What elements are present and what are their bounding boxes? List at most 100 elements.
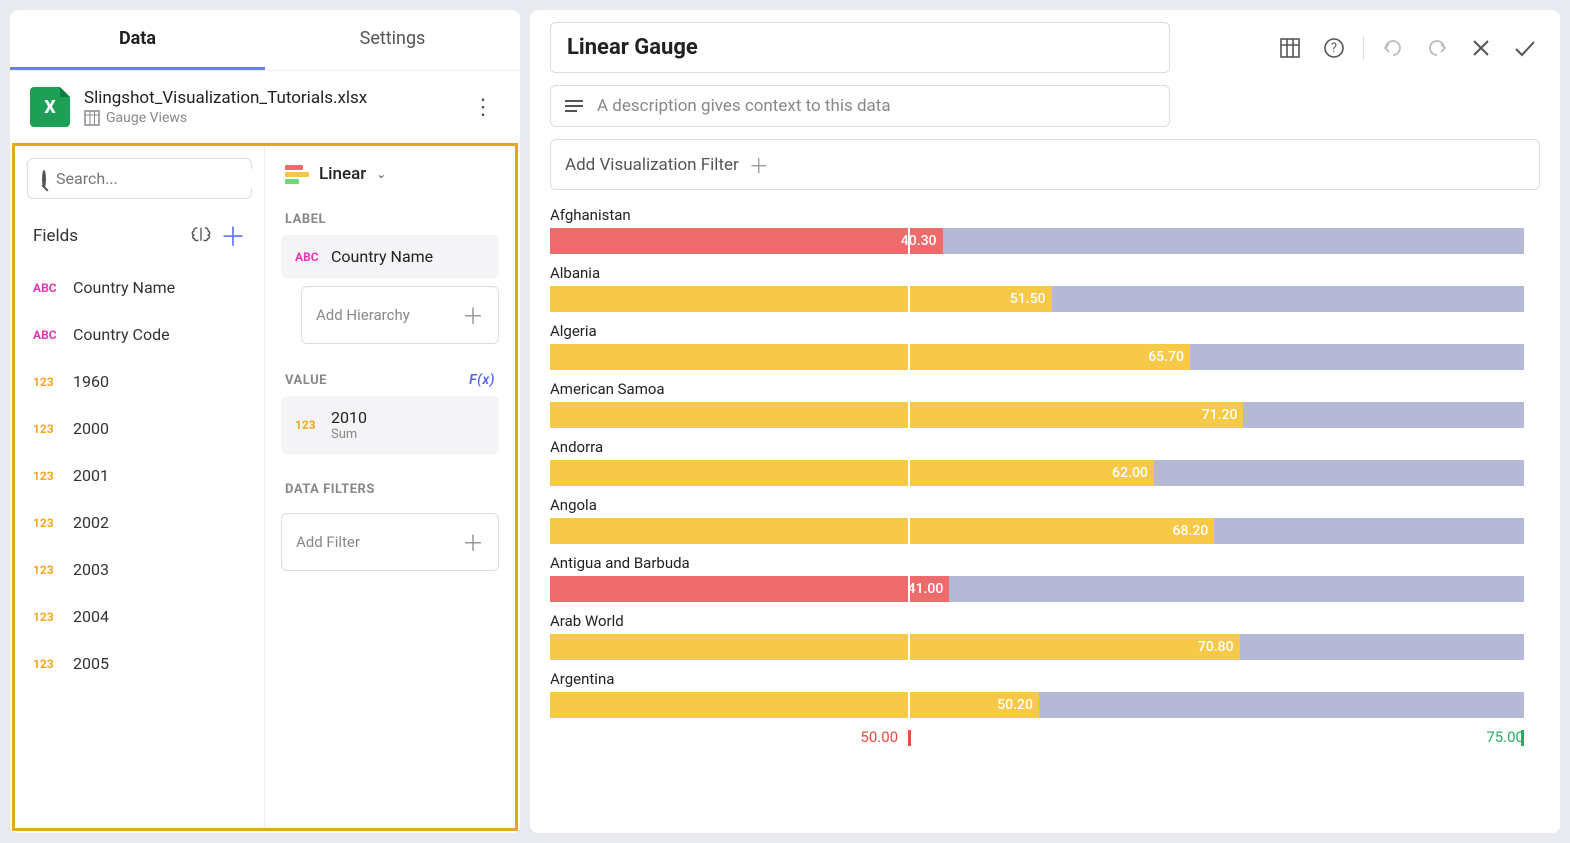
description-row[interactable] xyxy=(550,85,1170,127)
gauge-fill: 62.00 xyxy=(550,460,1154,486)
gauge-row: Andorra62.00 xyxy=(550,438,1524,486)
field-item[interactable]: 1232004 xyxy=(27,593,252,640)
field-item[interactable]: 123 2002 xyxy=(27,499,252,546)
gauge-label: Angola xyxy=(550,496,1524,514)
gauge-bar[interactable]: 41.00 xyxy=(550,576,1524,602)
gauge-row: Antigua and Barbuda 41.00 xyxy=(550,554,1524,602)
field-name: 2005 xyxy=(73,654,109,673)
gauge-marker xyxy=(908,516,910,546)
search-input[interactable] xyxy=(56,169,259,188)
axis-min-label: 50.00 xyxy=(860,728,898,746)
axis-row: 50.00 75.00 xyxy=(550,728,1524,758)
gauge-bar[interactable]: 51.50 xyxy=(550,286,1524,312)
close-button[interactable] xyxy=(1466,33,1496,63)
gauge-fill: 68.20 xyxy=(550,518,1214,544)
gauge-row: Afghanistan40.30 xyxy=(550,206,1524,254)
section-value-label: VALUE xyxy=(285,373,327,388)
field-list: ABCCountry NameABCCountry Code1231960123… xyxy=(27,264,252,816)
num-type-icon: 123 xyxy=(33,422,63,436)
add-hierarchy-label: Add Hierarchy xyxy=(316,306,410,324)
redo-button[interactable] xyxy=(1422,33,1452,63)
axis-max-label: 75.00 xyxy=(1486,728,1524,746)
datasource-menu-button[interactable]: ⋮ xyxy=(466,95,500,120)
gauge-fill: 40.30 xyxy=(550,228,943,254)
value-pill[interactable]: 123 2010 Sum xyxy=(281,396,499,454)
gauge-row: Arab World 70.80 xyxy=(550,612,1524,660)
gauge-marker xyxy=(908,226,910,256)
field-item[interactable]: ABC Country Code xyxy=(27,311,252,358)
sheet-icon xyxy=(84,110,100,126)
gauge-row: Angola 68.20 xyxy=(550,496,1524,544)
tab-data[interactable]: Data xyxy=(10,10,265,70)
plus-icon: ＋ xyxy=(462,526,484,558)
field-item[interactable]: ABC Country Name xyxy=(27,264,252,311)
search-box[interactable] xyxy=(27,158,252,199)
add-hierarchy-button[interactable]: Add Hierarchy ＋ xyxy=(301,286,499,344)
gauge-bar[interactable]: 62.00 xyxy=(550,460,1524,486)
gauge-label: Argentina xyxy=(550,670,1524,688)
ai-fields-icon[interactable] xyxy=(190,225,212,247)
add-field-button[interactable]: ＋ xyxy=(220,217,246,254)
field-name: 2004 xyxy=(73,607,109,626)
gauge-marker xyxy=(908,574,910,604)
grid-view-icon[interactable] xyxy=(1275,33,1305,63)
fields-header-label: Fields xyxy=(33,226,78,246)
gauge-fill: 51.50 xyxy=(550,286,1052,312)
field-item[interactable]: 1231960 xyxy=(27,358,252,405)
gauge-marker xyxy=(908,400,910,430)
gauge-bar[interactable]: 71.20 xyxy=(550,402,1524,428)
label-pill[interactable]: ABC Country Name xyxy=(281,235,499,278)
gauge-fill: 50.20 xyxy=(550,692,1039,718)
gauge-bar[interactable]: 68.20 xyxy=(550,518,1524,544)
add-visualization-filter-button[interactable]: Add Visualization Filter ＋ xyxy=(550,139,1540,190)
abc-type-icon: ABC xyxy=(33,281,63,295)
gauge-bar[interactable]: 40.30 xyxy=(550,228,1524,254)
field-item[interactable]: 1232003 xyxy=(27,546,252,593)
field-item[interactable]: 1232005 xyxy=(27,640,252,687)
confirm-button[interactable] xyxy=(1510,33,1540,63)
visualization-selector[interactable]: Linear ⌄ xyxy=(281,158,499,204)
field-name: 2000 xyxy=(73,419,109,438)
field-name: 1960 xyxy=(73,372,109,391)
gauge-bar[interactable]: 70.80 xyxy=(550,634,1524,660)
gauge-marker xyxy=(908,342,910,372)
field-item[interactable]: 1232001 xyxy=(27,452,252,499)
axis-min-tick xyxy=(908,730,911,746)
visualization-name: Linear xyxy=(319,164,366,184)
description-icon xyxy=(565,100,583,112)
description-input[interactable] xyxy=(597,96,1155,116)
tab-settings[interactable]: Settings xyxy=(265,10,520,70)
svg-text:?: ? xyxy=(1331,41,1337,56)
fx-button[interactable]: F(x) xyxy=(469,372,495,388)
datasource-filename: Slingshot_Visualization_Tutorials.xlsx xyxy=(84,88,452,108)
num-type-icon: 123 xyxy=(33,516,63,530)
left-panel: Data Settings X Slingshot_Visualization_… xyxy=(10,10,520,833)
section-label-label: LABEL xyxy=(281,204,499,235)
field-item[interactable]: 123 2000 xyxy=(27,405,252,452)
gauge-label: Antigua and Barbuda xyxy=(550,554,1524,572)
editor-highlight: Fields ＋ ABC Country Name ABC Country Code 1… xyxy=(12,143,518,831)
gauge-label: Albania xyxy=(550,264,1524,282)
label-pill-name: Country Name xyxy=(331,247,433,266)
tabs: Data Settings xyxy=(10,10,520,71)
plus-icon: ＋ xyxy=(462,299,484,331)
add-filter-button[interactable]: Add Filter ＋ xyxy=(281,513,499,571)
field-name: Country Name xyxy=(73,278,175,297)
gauge-label: Arab World xyxy=(550,612,1524,630)
config-column: Linear ⌄ LABEL ABC Country Name Add Hier… xyxy=(265,146,515,828)
gauge-fill: 41.00 xyxy=(550,576,949,602)
axis-max-tick xyxy=(1521,730,1524,746)
undo-button[interactable] xyxy=(1378,33,1408,63)
gauge-fill: 71.20 xyxy=(550,402,1243,428)
gauge-bar[interactable]: 65.70 xyxy=(550,344,1524,370)
field-name: Country Code xyxy=(73,325,170,344)
gauge-bar[interactable]: 50.20 xyxy=(550,692,1524,718)
chart-area: Afghanistan40.30Albania51.50Algeria65.70… xyxy=(550,206,1540,833)
linear-gauge-icon xyxy=(285,165,309,184)
add-filter-label: Add Filter xyxy=(296,533,360,551)
help-icon[interactable]: ? xyxy=(1319,33,1349,63)
visualization-title-input[interactable] xyxy=(550,22,1170,73)
field-name: 2002 xyxy=(73,513,109,532)
num-type-icon: 123 xyxy=(295,418,321,432)
abc-type-icon: ABC xyxy=(33,328,63,342)
